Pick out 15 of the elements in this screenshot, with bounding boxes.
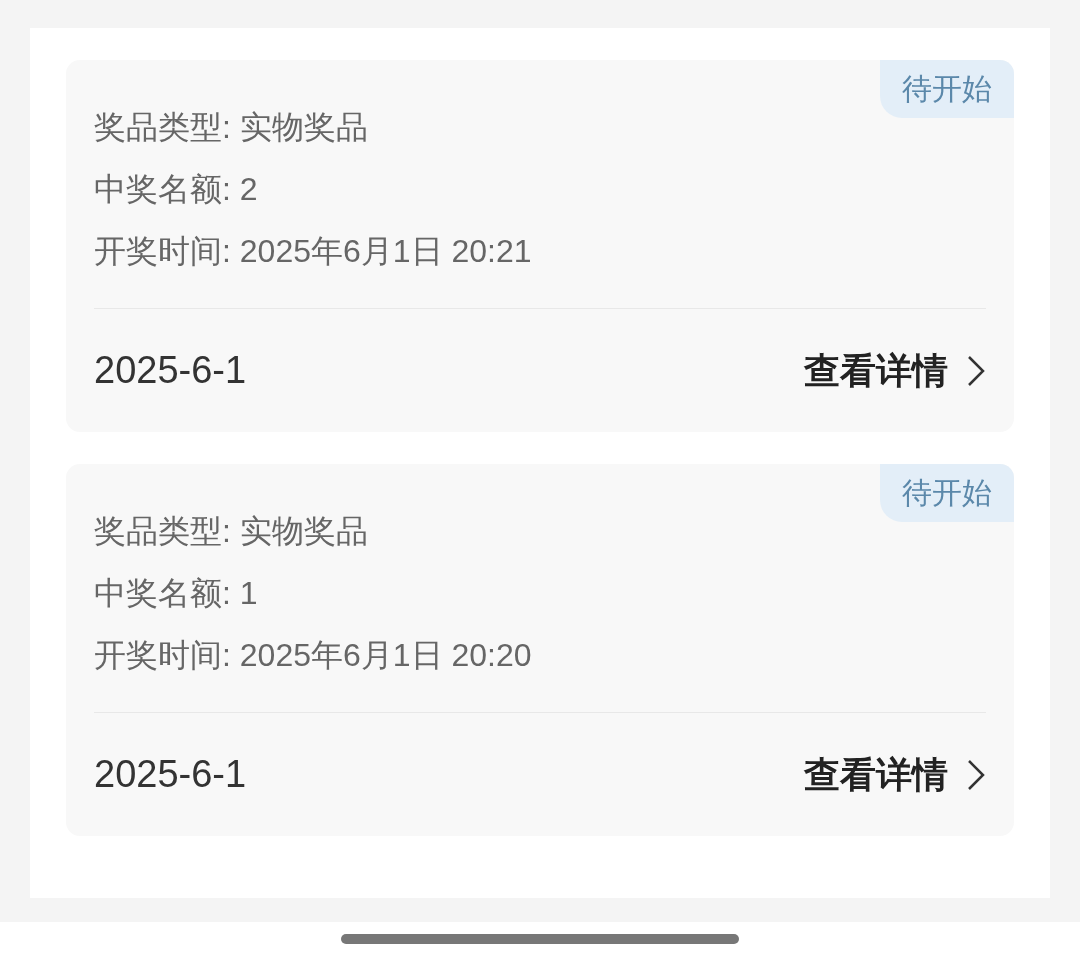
date-text: 2025-6-1 [94,752,247,797]
status-badge: 待开始 [880,464,1014,522]
date-text: 2025-6-1 [94,348,247,393]
chevron-right-icon [966,757,986,792]
info-line: 开奖时间: 2025年6月1日 20:21 [94,232,533,271]
details-link[interactable]: 查看详情 [804,747,986,802]
info-line: 开奖时间: 2025年6月1日 20:20 [94,636,533,675]
home-indicator[interactable] [341,934,739,944]
info-line: 中奖名额: 1 [94,574,259,613]
info-line: 奖品类型: 实物奖品 [94,108,369,147]
details-link[interactable]: 查看详情 [804,343,986,398]
chevron-right-icon [966,353,986,388]
info-line: 奖品类型: 实物奖品 [94,512,369,551]
info-line: 中奖名额: 2 [94,170,259,209]
status-badge: 待开始 [880,60,1014,118]
